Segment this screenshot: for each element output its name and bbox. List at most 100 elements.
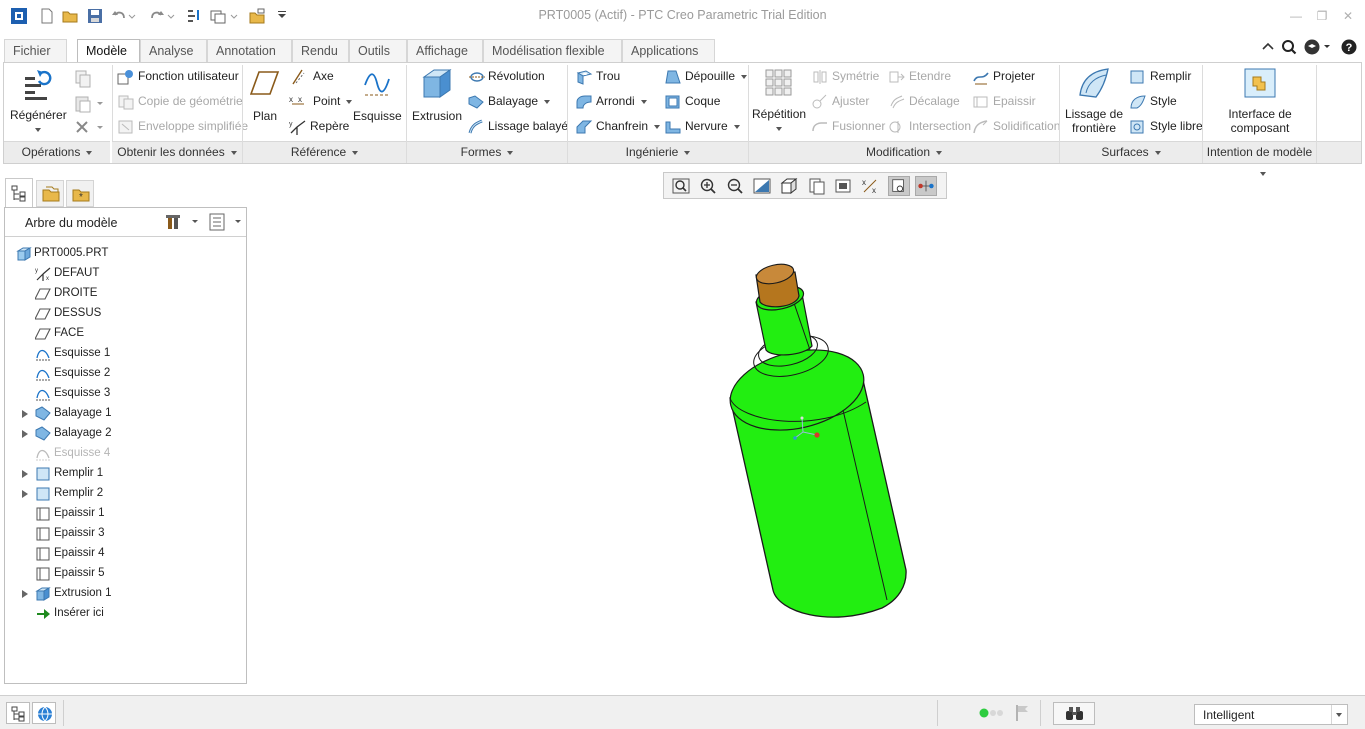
group-intention-modele[interactable]: Intention de modèle [1203, 141, 1316, 176]
sketch-button[interactable]: Esquisse [353, 69, 402, 123]
extrude-button[interactable]: Extrusion [411, 67, 463, 123]
tab-affichage[interactable]: Affichage [407, 39, 483, 63]
tree-item[interactable]: Epaissir 5 [5, 564, 246, 584]
revolve-button[interactable]: Révolution [467, 69, 545, 85]
rib-button[interactable]: Nervure [664, 119, 740, 135]
spin-center-icon[interactable] [915, 176, 937, 196]
tab-rendu[interactable]: Rendu [292, 39, 349, 63]
restore-icon[interactable]: ❐ [1314, 8, 1330, 24]
merge-button[interactable]: Fusionner [811, 119, 885, 135]
favorites-tab[interactable]: * [66, 180, 94, 207]
help-community-icon[interactable] [1303, 38, 1321, 56]
tree-item[interactable]: Esquisse 2 [5, 364, 246, 384]
thicken-button[interactable]: Epaissir [972, 94, 1036, 110]
search-icon[interactable] [1280, 38, 1298, 56]
tree-item[interactable]: FACE [5, 324, 246, 344]
group-formes[interactable]: Formes [407, 141, 567, 163]
zoom-out-icon[interactable] [724, 176, 746, 196]
tree-item[interactable]: DROITE [5, 284, 246, 304]
annotation-display-icon[interactable] [888, 176, 910, 196]
tab-applications[interactable]: Applications [622, 39, 715, 63]
shrinkwrap-button[interactable]: Enveloppe simplifiée [117, 119, 248, 135]
group-obtenir-donnees[interactable]: Obtenir les données [112, 141, 242, 163]
tab-outils[interactable]: Outils [349, 39, 407, 63]
freestyle-button[interactable]: Style libre [1129, 119, 1203, 135]
tab-annotation[interactable]: Annotation [207, 39, 292, 63]
find-button[interactable] [1053, 702, 1095, 725]
tree-item[interactable]: DESSUS [5, 304, 246, 324]
solidify-button[interactable]: Solidification [972, 119, 1060, 135]
toggle-browser-button[interactable] [32, 702, 56, 724]
offset-button[interactable]: Décalage [888, 94, 960, 110]
tree-item[interactable]: Balayage 1 [5, 404, 246, 424]
tree-item[interactable]: Esquisse 1 [5, 344, 246, 364]
round-button[interactable]: Arrondi [575, 94, 647, 110]
model-tree-tab[interactable] [5, 178, 33, 208]
zoom-in-icon[interactable] [697, 176, 719, 196]
tree-item[interactable]: Remplir 2 [5, 484, 246, 504]
repaint-icon[interactable] [751, 176, 773, 196]
group-modification[interactable]: Modification [749, 141, 1059, 163]
refit-icon[interactable] [670, 176, 692, 196]
model-viewport[interactable] [700, 250, 940, 630]
display-style-icon[interactable] [833, 176, 855, 196]
tab-fichier[interactable]: Fichier [4, 39, 67, 76]
mirror-button[interactable]: Symétrie [811, 69, 879, 85]
project-button[interactable]: Projeter [972, 69, 1035, 85]
component-interface-button[interactable]: Interface de composant [1220, 67, 1300, 135]
tree-settings-tools-icon[interactable] [165, 212, 203, 232]
point-button[interactable]: x x Point [289, 94, 353, 110]
hole-button[interactable]: Trou [575, 69, 620, 85]
copy-icon[interactable] [72, 69, 94, 89]
user-feature-button[interactable]: Fonction utilisateur [117, 69, 239, 85]
tree-item[interactable]: Remplir 1 [5, 464, 246, 484]
group-ingenierie[interactable]: Ingénierie [568, 141, 748, 163]
tree-item[interactable]: Extrusion 1 [5, 584, 246, 604]
swept-blend-button[interactable]: Lissage balayé [467, 119, 568, 135]
regenerate-button[interactable]: Régénérer [10, 67, 67, 136]
saved-orientations-icon[interactable] [778, 176, 800, 196]
expand-arrow-icon[interactable] [22, 410, 28, 418]
axis-button[interactable]: Axe [289, 69, 334, 85]
chevron-down-icon[interactable] [1322, 38, 1332, 56]
view-manager-icon[interactable] [806, 176, 828, 196]
tree-item[interactable]: Esquisse 4 [5, 444, 246, 464]
boundary-blend-button[interactable]: Lissage de frontière [1062, 67, 1126, 135]
tree-item[interactable]: Epaissir 3 [5, 524, 246, 544]
fill-button[interactable]: Remplir [1129, 69, 1191, 85]
tab-analyse[interactable]: Analyse [140, 39, 207, 63]
tree-item[interactable]: y x DEFAUT [5, 264, 246, 284]
folder-browser-tab[interactable] [36, 180, 64, 207]
trim-button[interactable]: Ajuster [811, 94, 869, 110]
group-surfaces[interactable]: Surfaces [1060, 141, 1202, 163]
tree-item[interactable]: PRT0005.PRT [5, 244, 246, 264]
selection-filter-dropdown[interactable]: Intelligent [1194, 704, 1348, 725]
group-operations[interactable]: Opérations [4, 141, 110, 163]
tab-modele[interactable]: Modèle [77, 39, 140, 64]
csys-button[interactable]: y Repère [289, 119, 349, 135]
help-icon[interactable]: ? [1340, 38, 1358, 56]
pattern-button[interactable]: Répétition [752, 67, 806, 135]
tree-item[interactable]: Epaissir 4 [5, 544, 246, 564]
tree-item[interactable]: Balayage 2 [5, 424, 246, 444]
minimize-icon[interactable]: — [1288, 8, 1304, 24]
extend-button[interactable]: Etendre [888, 69, 951, 85]
delete-icon[interactable] [72, 118, 108, 138]
shell-button[interactable]: Coque [664, 94, 720, 110]
sweep-button[interactable]: Balayage [467, 94, 551, 110]
toggle-navigator-button[interactable] [6, 702, 30, 724]
chamfer-button[interactable]: Chanfrein [575, 119, 661, 135]
expand-arrow-icon[interactable] [22, 470, 28, 478]
expand-arrow-icon[interactable] [22, 590, 28, 598]
copy-geometry-button[interactable]: Copie de géométrie [117, 94, 243, 110]
group-reference[interactable]: Référence [243, 141, 406, 163]
paste-icon[interactable] [72, 94, 108, 114]
flag-icon[interactable] [1013, 703, 1031, 723]
intersect-button[interactable]: Intersection [888, 119, 971, 135]
draft-button[interactable]: Dépouille [664, 69, 748, 85]
plane-button[interactable]: Plan [247, 69, 283, 123]
style-button[interactable]: Style [1129, 94, 1177, 110]
collapse-ribbon-icon[interactable] [1259, 38, 1277, 56]
tab-modelisation-flexible[interactable]: Modélisation flexible [483, 39, 622, 63]
expand-arrow-icon[interactable] [22, 430, 28, 438]
